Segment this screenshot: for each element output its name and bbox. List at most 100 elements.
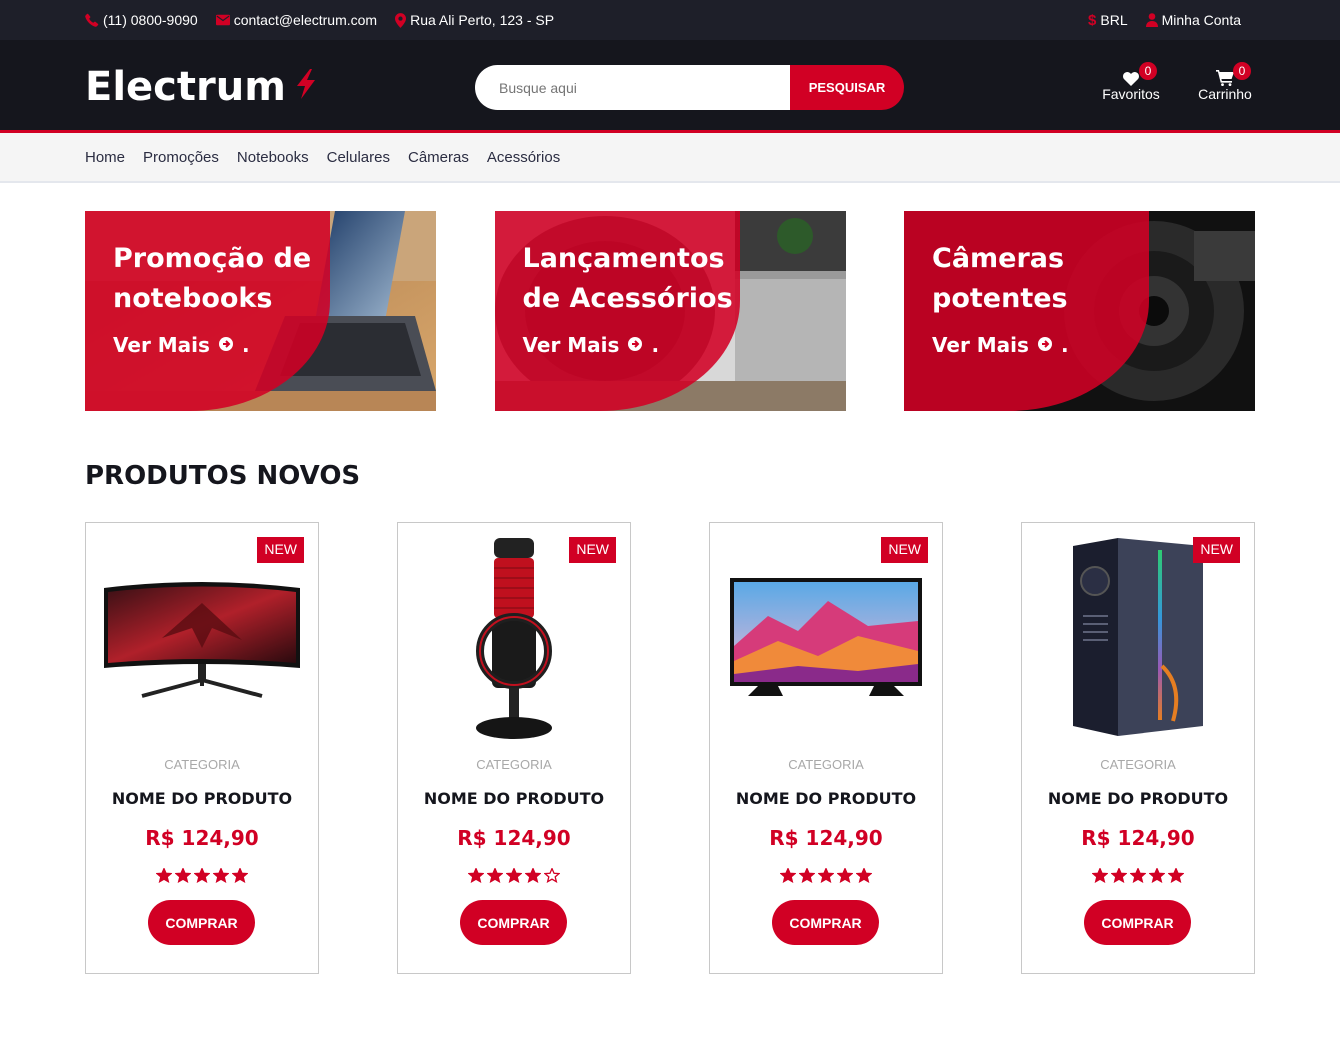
banner-title-line1: Câmeras (932, 243, 1065, 274)
star-filled-icon (468, 868, 484, 883)
pc-case-image[interactable] (1022, 533, 1254, 743)
nav-item-acessorios[interactable]: Acessórios (487, 149, 560, 166)
currency-selector[interactable]: $ BRL (1088, 12, 1128, 29)
buy-button[interactable]: COMPRAR (1084, 900, 1191, 945)
buy-button[interactable]: COMPRAR (772, 900, 879, 945)
logo-text: Electrum (85, 63, 286, 110)
star-filled-icon (856, 868, 872, 883)
account-text: Minha Conta (1161, 12, 1241, 28)
buy-button[interactable]: COMPRAR (460, 900, 567, 945)
product-name[interactable]: NOME DO PRODUTO (1022, 789, 1254, 808)
favorites-count-badge: 0 (1139, 62, 1157, 80)
star-filled-icon (837, 868, 853, 883)
lightning-bolt-icon (294, 69, 318, 104)
new-badge: NEW (881, 537, 928, 563)
tv-image[interactable] (710, 533, 942, 743)
banner-see-more-link[interactable]: Ver Mais . (932, 333, 1069, 357)
product-name[interactable]: NOME DO PRODUTO (710, 789, 942, 808)
banner-see-more-link[interactable]: Ver Mais . (523, 333, 660, 357)
product-category: CATEGORIA (164, 757, 240, 772)
header-email[interactable]: contact@electrum.com (215, 12, 378, 28)
new-badge: NEW (569, 537, 616, 563)
star-filled-icon (1130, 868, 1146, 883)
star-filled-icon (156, 868, 172, 883)
star-filled-icon (213, 868, 229, 883)
currency-text: BRL (1100, 12, 1128, 28)
header-address[interactable]: Rua Ali Perto, 123 - SP (395, 12, 554, 28)
product-name[interactable]: NOME DO PRODUTO (86, 789, 318, 808)
banner-title-line2: notebooks (113, 283, 273, 314)
arrow-circle-right-icon (218, 333, 234, 357)
cart-count-badge: 0 (1233, 62, 1251, 80)
see-more-text: Ver Mais (932, 333, 1029, 357)
product-price: R$ 124,90 (457, 826, 571, 850)
see-more-text: Ver Mais (113, 333, 210, 357)
banner-see-more-link[interactable]: Ver Mais . (113, 333, 250, 357)
microphone-image[interactable] (398, 533, 630, 743)
top-bar: (11) 0800-9090 contact@electrum.com Rua … (0, 0, 1340, 40)
search-button[interactable]: PESQUISAR (790, 65, 904, 110)
search-bar: PESQUISAR (475, 65, 904, 110)
star-filled-icon (799, 868, 815, 883)
star-filled-icon (1111, 868, 1127, 883)
dot-decoration: . (651, 333, 660, 357)
star-filled-icon (1092, 868, 1108, 883)
phone-text: (11) 0800-9090 (103, 12, 198, 28)
product-card[interactable]: NEW CATEGORIA NOME DO PRODUTO R$ 124,90 … (397, 522, 631, 974)
star-filled-icon (1168, 868, 1184, 883)
banner-acessorios[interactable]: Lançamentos de Acessórios Ver Mais . (494, 211, 846, 411)
arrow-circle-right-icon (627, 333, 643, 357)
email-text: contact@electrum.com (233, 12, 378, 28)
product-category: CATEGORIA (476, 757, 552, 772)
nav-item-cameras[interactable]: Câmeras (408, 149, 469, 166)
banner-title-line2: de Acessórios (522, 283, 733, 314)
product-category: CATEGORIA (788, 757, 864, 772)
header-phone[interactable]: (11) 0800-9090 (85, 12, 198, 28)
product-card[interactable]: NEW CATEGORIA NOME DO PRODUTO R$ 124,90 … (85, 522, 319, 974)
product-price: R$ 124,90 (145, 826, 259, 850)
monitor-image[interactable] (86, 533, 318, 743)
logo[interactable]: Electrum (85, 64, 318, 110)
arrow-circle-right-icon (1037, 333, 1053, 357)
main-header: Electrum PESQUISAR Favoritos 0 Carrinho (0, 40, 1340, 133)
banner-notebooks[interactable]: Promoção de notebooks Ver Mais . (85, 211, 436, 411)
nav-item-celulares[interactable]: Celulares (327, 149, 390, 166)
product-card[interactable]: NEW CATEGORIA NOME DO PRODUTO R$ 124,90 … (1021, 522, 1255, 974)
cart-label: Carrinho (1198, 86, 1252, 102)
star-filled-icon (232, 868, 248, 883)
star-filled-icon (780, 868, 796, 883)
dollar-icon: $ (1088, 11, 1097, 29)
banner-title-line2: potentes (932, 283, 1068, 314)
star-filled-icon (487, 868, 503, 883)
product-rating (398, 868, 630, 883)
search-input[interactable] (475, 65, 790, 110)
star-empty-icon (544, 868, 560, 883)
banner-title-line1: Promoção de (113, 243, 312, 274)
buy-button[interactable]: COMPRAR (148, 900, 255, 945)
product-name[interactable]: NOME DO PRODUTO (398, 789, 630, 808)
favorites-button[interactable]: Favoritos 0 (1101, 62, 1161, 102)
nav-item-notebooks[interactable]: Notebooks (237, 149, 309, 166)
banner-title: Lançamentos de Acessórios (523, 239, 763, 319)
nav-item-promocoes[interactable]: Promoções (143, 149, 219, 166)
section-title-new-products: PRODUTOS NOVOS (85, 461, 361, 491)
star-filled-icon (818, 868, 834, 883)
cart-button[interactable]: Carrinho 0 (1195, 62, 1255, 102)
nav-item-home[interactable]: Home (85, 149, 125, 166)
product-price: R$ 124,90 (769, 826, 883, 850)
star-filled-icon (175, 868, 191, 883)
banner-title-line1: Lançamentos (522, 243, 725, 274)
map-marker-icon (395, 12, 407, 28)
star-filled-icon (525, 868, 541, 883)
shopping-cart-icon (1216, 62, 1234, 86)
new-badge: NEW (1193, 537, 1240, 563)
product-price: R$ 124,90 (1081, 826, 1195, 850)
heart-icon (1123, 62, 1139, 86)
account-link[interactable]: Minha Conta (1145, 12, 1241, 28)
banner-cameras[interactable]: Câmeras potentes Ver Mais . (904, 211, 1255, 411)
star-filled-icon (1149, 868, 1165, 883)
favorites-label: Favoritos (1102, 86, 1160, 102)
see-more-text: Ver Mais (522, 333, 620, 357)
product-card[interactable]: NEW CATEGORIA NOME DO PRODUTO R$ 124,90 … (709, 522, 943, 974)
phone-icon (85, 13, 99, 27)
